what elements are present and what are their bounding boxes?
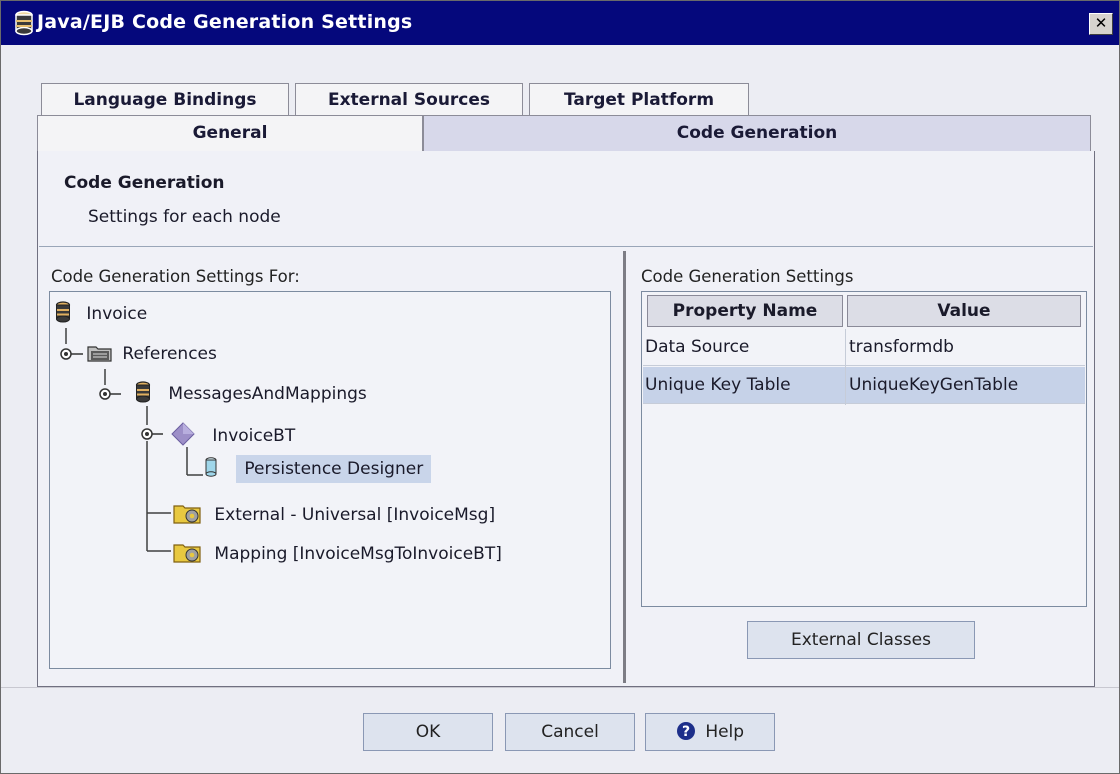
tree-node-persistence-designer[interactable]: Persistence Designer: [205, 455, 432, 483]
svg-text:?: ?: [682, 724, 690, 740]
button-label: Help: [705, 722, 745, 742]
tree-node-invoicebt[interactable]: InvoiceBT: [171, 422, 295, 446]
external-classes-button[interactable]: External Classes: [747, 621, 975, 659]
tree-node-references[interactable]: References: [87, 343, 217, 364]
table-cell-property[interactable]: Unique Key Table: [645, 375, 791, 395]
dialog-window: Java/EJB Code Generation Settings ✕ Lang…: [0, 0, 1120, 774]
panel-splitter[interactable]: [623, 251, 626, 683]
tree-node-external-universal[interactable]: External - Universal [InvoiceMsg]: [173, 501, 495, 525]
tree-node-label: External - Universal [InvoiceMsg]: [214, 505, 496, 525]
folder-gear-icon: [173, 505, 201, 524]
column-header-value[interactable]: Value: [847, 295, 1081, 327]
cylinder-icon: [205, 457, 217, 477]
button-label: Cancel: [541, 722, 599, 742]
tree-node-label: Mapping [InvoiceMsgToInvoiceBT]: [214, 544, 502, 564]
diamond-icon: [171, 422, 195, 446]
database-icon: [135, 381, 151, 403]
tree-node-label: Invoice: [86, 304, 148, 324]
tree-node-mapping[interactable]: Mapping [InvoiceMsgToInvoiceBT]: [173, 540, 502, 564]
folder-icon: [87, 346, 112, 362]
settings-label: Code Generation Settings: [641, 267, 854, 286]
column-divider: [845, 329, 846, 405]
table-cell-property[interactable]: Data Source: [645, 337, 749, 357]
row-divider: [643, 403, 1085, 404]
tree-node-messagesandmappings[interactable]: MessagesAndMappings: [135, 381, 367, 404]
help-icon: ?: [676, 722, 695, 740]
tree-node-label: InvoiceBT: [212, 426, 296, 446]
table-cell-value[interactable]: UniqueKeyGenTable: [849, 375, 1018, 395]
help-button[interactable]: ? Help: [645, 713, 775, 751]
cancel-button[interactable]: Cancel: [505, 713, 635, 751]
tree-node-label: References: [122, 344, 217, 364]
row-divider: [643, 365, 1085, 366]
button-label: OK: [415, 722, 441, 742]
tree-node-label: MessagesAndMappings: [168, 384, 367, 404]
database-icon: [55, 301, 71, 323]
ok-button[interactable]: OK: [363, 713, 493, 751]
table-cell-value[interactable]: transformdb: [849, 337, 954, 357]
tree-node-label: Persistence Designer: [236, 455, 432, 483]
tree-node-invoice[interactable]: Invoice: [55, 301, 147, 324]
column-header-property-name[interactable]: Property Name: [647, 295, 843, 327]
button-label: External Classes: [791, 630, 931, 650]
footer-divider: [1, 687, 1119, 688]
folder-gear-icon: [173, 544, 201, 563]
